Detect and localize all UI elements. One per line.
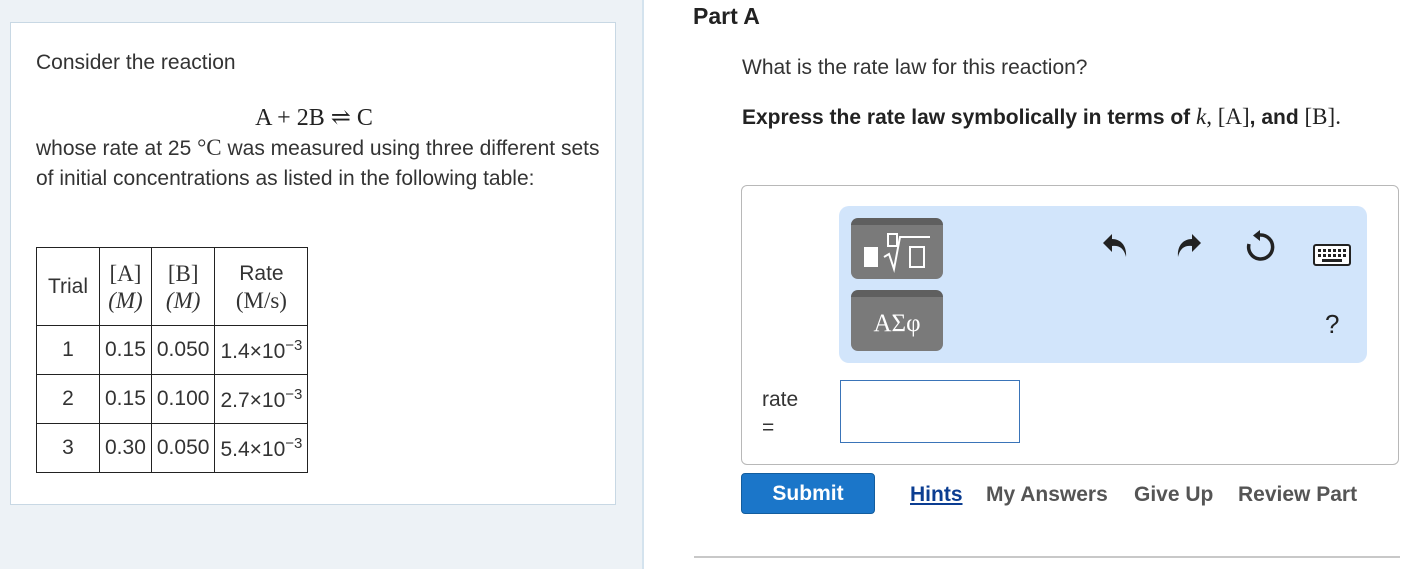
templates-icon xyxy=(860,231,934,273)
answer-input[interactable] xyxy=(840,380,1020,443)
keyboard-icon[interactable] xyxy=(1313,242,1351,273)
cell-b: 0.050 xyxy=(150,325,216,375)
symbols-button[interactable]: ΑΣφ xyxy=(851,290,943,351)
submit-button[interactable]: Submit xyxy=(741,473,875,514)
table-row: 1 0.15 0.050 1.4×10−3 xyxy=(36,325,309,375)
reaction-equation: A + 2B ⇌ C xyxy=(11,103,617,132)
header-b: [B] (M) xyxy=(150,247,216,326)
cell-rate: 5.4×10−3 xyxy=(214,423,309,473)
templates-button[interactable] xyxy=(851,218,943,279)
problem-pane: Consider the reaction A + 2B ⇌ C whose r… xyxy=(0,0,644,569)
cell-a: 0.30 xyxy=(99,423,152,473)
problem-statement: Consider the reaction A + 2B ⇌ C whose r… xyxy=(10,22,616,505)
review-part-link[interactable]: Review Part xyxy=(1238,483,1357,507)
undo-icon[interactable] xyxy=(1101,230,1131,267)
answer-label-equals: = xyxy=(762,416,775,439)
instruction-end: . xyxy=(1335,104,1341,129)
cell-trial: 3 xyxy=(36,423,100,473)
temperature-unit: °C xyxy=(197,135,222,160)
part-title: Part A xyxy=(693,3,760,29)
instruction-and: , and xyxy=(1249,106,1305,129)
symbol-b: [B] xyxy=(1304,104,1336,129)
cell-rate: 2.7×10−3 xyxy=(214,374,309,424)
cell-rate: 1.4×10−3 xyxy=(214,325,309,375)
hints-link[interactable]: Hints xyxy=(910,483,963,507)
table-row: 3 0.30 0.050 5.4×10−3 xyxy=(36,423,309,473)
header-rate: Rate (M/s) xyxy=(214,247,309,326)
reset-icon[interactable] xyxy=(1244,230,1276,269)
table-header-row: Trial [A] (M) [B] (M) Rate (M/s) xyxy=(36,247,309,326)
symbol-k: k xyxy=(1196,104,1207,129)
help-button[interactable]: ? xyxy=(1325,309,1339,340)
problem-intro: Consider the reaction xyxy=(36,51,236,74)
cell-trial: 1 xyxy=(36,325,100,375)
instruction-text: Express the rate law symbolically in ter… xyxy=(742,102,1402,133)
separator: , xyxy=(1206,104,1218,129)
cell-b: 0.050 xyxy=(150,423,216,473)
equation-lhs: A + 2B xyxy=(255,105,325,131)
equation-rhs: C xyxy=(356,105,373,131)
problem-description: whose rate at 25 °C was measured using t… xyxy=(36,133,606,194)
answer-label-rate: rate xyxy=(762,388,799,411)
symbol-a: [A] xyxy=(1217,104,1250,129)
math-toolbar: ΑΣφ ? xyxy=(839,206,1367,363)
answer-label: rate = xyxy=(762,386,798,442)
header-a: [A] (M) xyxy=(99,247,152,326)
equilibrium-arrow: ⇌ xyxy=(330,105,351,131)
header-trial: Trial xyxy=(36,247,100,326)
cell-a: 0.15 xyxy=(99,325,152,375)
my-answers-link[interactable]: My Answers xyxy=(986,483,1108,507)
instruction-before: Express the rate law symbolically in ter… xyxy=(742,106,1197,129)
give-up-link[interactable]: Give Up xyxy=(1134,483,1213,507)
cell-a: 0.15 xyxy=(99,374,152,424)
cell-trial: 2 xyxy=(36,374,100,424)
rate-data-table: Trial [A] (M) [B] (M) Rate (M/s) 1 0.15 … xyxy=(36,247,309,473)
redo-icon[interactable] xyxy=(1173,230,1203,267)
answer-area: ΑΣφ ? rate = xyxy=(741,185,1399,465)
table-row: 2 0.15 0.100 2.7×10−3 xyxy=(36,374,309,424)
desc-before: whose rate at 25 xyxy=(36,137,198,160)
cell-b: 0.100 xyxy=(150,374,216,424)
divider xyxy=(694,556,1400,558)
question-text: What is the rate law for this reaction? xyxy=(742,56,1088,79)
